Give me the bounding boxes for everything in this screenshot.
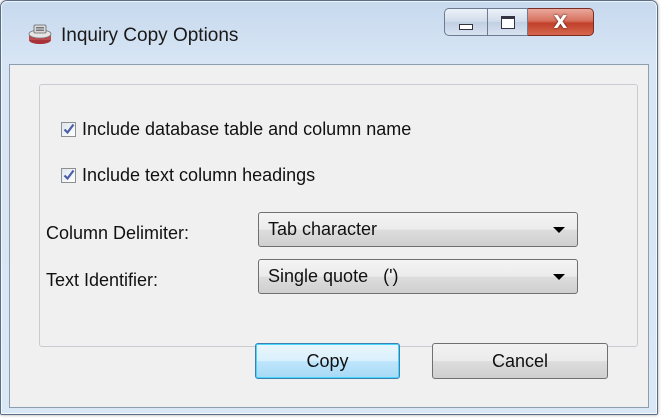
app-icon <box>27 23 53 45</box>
close-button[interactable]: X <box>528 8 594 36</box>
caption-buttons: X <box>444 8 594 38</box>
maximize-icon <box>500 15 515 29</box>
include-text-headings-label: Include text column headings <box>82 165 316 185</box>
chevron-down-icon <box>553 274 565 280</box>
checkmark-icon <box>63 169 75 181</box>
dialog-body: Include database table and column name I… <box>9 64 649 408</box>
title-bar[interactable]: Inquiry Copy Options X <box>7 1 651 65</box>
minimize-icon <box>459 24 473 30</box>
column-delimiter-label: Column Delimiter: <box>46 223 190 243</box>
cancel-button[interactable]: Cancel <box>432 343 608 379</box>
minimize-button[interactable] <box>444 8 487 36</box>
text-identifier-select[interactable]: Single quote (') <box>258 259 578 294</box>
column-delimiter-value: Tab character <box>268 219 378 239</box>
option-include-text-headings[interactable]: Include text column headings <box>61 165 315 186</box>
dialog-window: Inquiry Copy Options X Include database … <box>0 0 658 415</box>
checkmark-icon <box>63 123 75 135</box>
include-table-column-label: Include database table and column name <box>82 119 412 139</box>
maximize-button[interactable] <box>487 8 528 36</box>
include-table-column-checkbox[interactable] <box>61 122 76 137</box>
chevron-down-icon <box>553 227 565 233</box>
window-title: Inquiry Copy Options <box>61 25 239 46</box>
copy-button[interactable]: Copy <box>255 343 400 379</box>
option-include-table-column[interactable]: Include database table and column name <box>61 119 411 140</box>
column-delimiter-select[interactable]: Tab character <box>258 212 578 247</box>
text-identifier-label: Text Identifier: <box>46 270 159 290</box>
include-text-headings-checkbox[interactable] <box>61 168 76 183</box>
close-icon: X <box>553 11 568 33</box>
text-identifier-value: Single quote (') <box>268 266 399 286</box>
